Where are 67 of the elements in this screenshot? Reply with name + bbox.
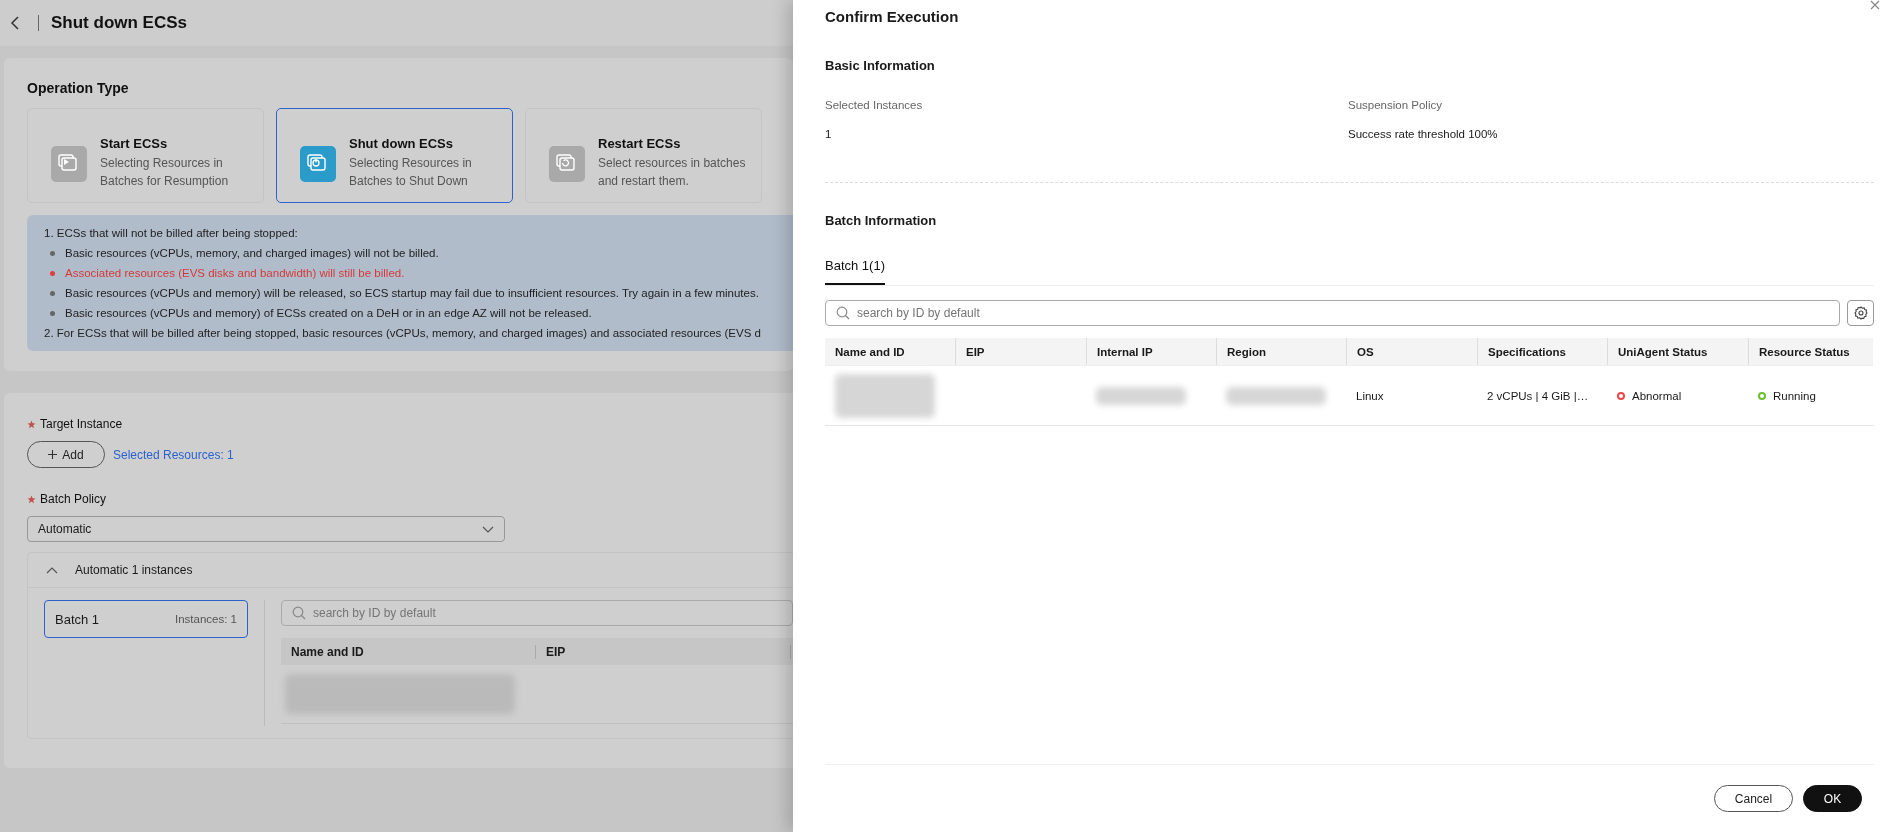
column-header: Specifications: [1477, 338, 1607, 365]
card-title: Shut down ECSs: [349, 136, 454, 151]
field-label: Target Instance: [40, 417, 123, 431]
batch-name: Batch 1: [55, 611, 100, 627]
bullet-icon: [50, 290, 55, 296]
card-title: Restart ECSs: [598, 136, 682, 151]
chevron-up-icon[interactable]: [46, 566, 58, 574]
card-description: Select resources in batches and restart them.: [598, 155, 747, 190]
page-title: Shut down ECSs: [51, 13, 187, 33]
operation-card[interactable]: Shut down ECSs Selecting Resources in Batches to Shut Down: [276, 108, 513, 203]
cancel-button[interactable]: Cancel: [1714, 785, 1793, 812]
server-icon: [51, 146, 87, 182]
settings-button[interactable]: [1847, 300, 1874, 326]
field-label: Batch Policy: [40, 492, 107, 506]
section-title: Basic Information: [825, 58, 936, 73]
column-header: Region: [1216, 338, 1346, 365]
column-header: Internal IP: [1086, 338, 1216, 365]
group-title: Automatic 1 instances: [75, 563, 193, 577]
operation-card[interactable]: Start ECSs Selecting Resources in Batches for Resumption: [27, 108, 264, 203]
column-header: OS: [1346, 338, 1477, 365]
column-header: UniAgent Status: [1607, 338, 1748, 365]
section-title: Batch Information: [825, 213, 938, 228]
notice-text: Basic resources (vCPUs and memory) of ECSs created on a DeH or in an edge AZ will not be released.: [65, 306, 592, 320]
column-header: EIP: [955, 338, 1086, 365]
search-icon: [292, 606, 306, 620]
field-value: Success rate threshold 100%: [1348, 128, 1499, 140]
column-header: Name and ID: [281, 644, 536, 659]
column-header: Name and ID: [825, 338, 955, 365]
table-cell: Linux: [1356, 389, 1384, 402]
drawer-title: Confirm Execution: [825, 8, 960, 25]
status-text: Abnormal: [1632, 389, 1682, 402]
column-header: EIP: [536, 644, 791, 659]
notice-text: Basic resources (vCPUs, memory, and charged images) will not be billed.: [65, 246, 439, 260]
search-icon: [836, 306, 850, 320]
card-description: Selecting Resources in Batches for Resumption: [100, 155, 230, 190]
close-icon[interactable]: [1870, 0, 1880, 10]
table-cell: 2 vCPUs | 4 GiB |…: [1487, 389, 1589, 402]
tab[interactable]: Batch 1(1): [825, 250, 885, 285]
notice-text: 1. ECSs that will not be billed after being stopped:: [44, 226, 299, 240]
search-field[interactable]: search by ID by default: [825, 300, 1840, 326]
field-value: 1: [825, 128, 833, 140]
search-field[interactable]: search by ID by default: [281, 600, 793, 626]
chevron-down-icon: [482, 525, 494, 533]
server-icon: [300, 146, 336, 182]
ok-button[interactable]: OK: [1803, 785, 1862, 812]
field-label: Suspension Policy: [1348, 99, 1443, 111]
card-description: Selecting Resources in Batches to Shut Down: [349, 155, 473, 190]
instance-count: Instances: 1: [175, 613, 237, 625]
bullet-icon: [50, 250, 55, 256]
section-title: Operation Type: [27, 80, 130, 96]
back-icon: [10, 15, 20, 31]
batch-item[interactable]: Batch 1 Instances: 1: [44, 600, 248, 638]
selected-resources-link[interactable]: Selected Resources: 1: [113, 447, 234, 462]
operation-card[interactable]: Restart ECSs Select resources in batches and restart them.: [525, 108, 762, 203]
bullet-icon: [50, 270, 55, 276]
notice-text: Basic resources (vCPUs and memory) will be released, so ECS startup may fail due to insufficient resources. Try again in a few minutes.: [65, 286, 759, 300]
warning-text: Associated resources (EVS disks and bandwidth) will still be billed.: [65, 266, 405, 280]
batch-policy-select[interactable]: Automatic: [27, 516, 505, 542]
settings-icon: [1853, 306, 1868, 320]
field-label: Selected Instances: [825, 99, 924, 111]
server-icon: [549, 146, 585, 182]
status-text: Running: [1773, 389, 1816, 402]
card-title: Start ECSs: [100, 136, 169, 151]
notice-text: 2. For ECSs that will be billed after being stopped, basic resources (vCPUs, memory, and charged images) and associated resources (EVS d: [44, 326, 762, 340]
bullet-icon: [50, 310, 55, 316]
column-header: Resource Status: [1748, 338, 1873, 365]
plus-icon: [48, 450, 58, 459]
